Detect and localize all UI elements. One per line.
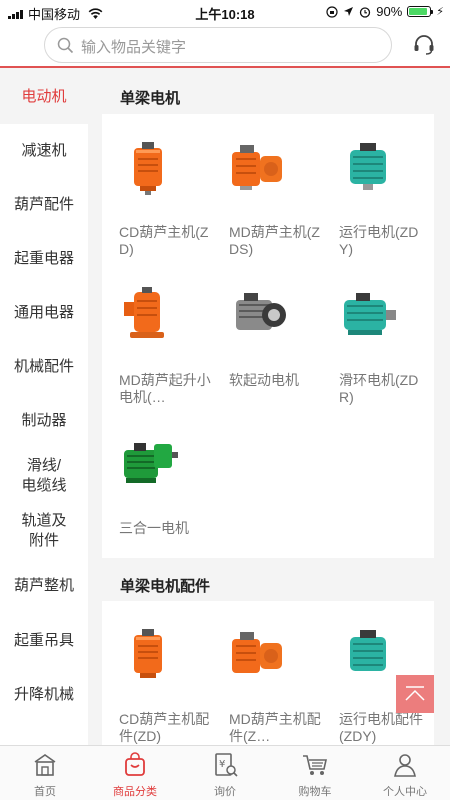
sidebar-item-label: 升降机械: [13, 686, 74, 703]
product-name: MD葫芦主机(ZDS): [229, 224, 320, 257]
orange-motor-icon: [134, 142, 162, 195]
product-item[interactable]: MD葫芦起升小电机(…: [102, 262, 212, 410]
orange-motor-icon: [134, 629, 162, 678]
user-icon: [394, 754, 416, 777]
svg-text:¥: ¥: [219, 759, 225, 770]
customer-service-icon[interactable]: [412, 33, 436, 57]
sidebar-item-label: 电动机: [21, 88, 67, 105]
sidebar-item-complete-hoist[interactable]: 葫芦整机: [0, 558, 88, 614]
product-name: CD葫芦主机(ZD): [119, 224, 209, 257]
sidebar-item-label: 轨道及 附件: [21, 512, 67, 549]
section-title: 单梁电机: [120, 90, 181, 107]
inquiry-icon: ¥: [215, 753, 238, 777]
product-item[interactable]: CD葫芦主机(ZD): [102, 114, 212, 262]
tab-profile[interactable]: 个人中心: [360, 746, 450, 800]
product-name: 三合一电机: [119, 520, 189, 536]
product-name: MD葫芦起升小电机(…: [119, 372, 211, 405]
sidebar-item-hoist-parts[interactable]: 葫芦配件: [0, 178, 88, 232]
product-item[interactable]: 滑环电机(ZDR): [322, 262, 432, 410]
product-name: 运行电机配件(ZDY): [339, 711, 423, 744]
product-item[interactable]: MD葫芦主机配件(Z…: [212, 601, 322, 745]
sidebar-item-label: 起重吊具: [13, 632, 74, 649]
sidebar-item-trolley-cable[interactable]: 滑线/ 电缆线: [0, 448, 88, 504]
sidebar-item-elevating-machinery[interactable]: 升降机械: [0, 668, 88, 722]
product-name: 运行电机(ZDY): [339, 224, 419, 257]
tab-label: 询价: [214, 786, 236, 798]
sidebar-item-brake[interactable]: 制动器: [0, 394, 88, 448]
product-item[interactable]: MD葫芦主机(ZDS): [212, 114, 322, 262]
status-right: 90% ⚡: [326, 4, 444, 19]
product-name: 软起动电机: [229, 372, 299, 388]
sidebar-item-electric-motor[interactable]: 电动机: [0, 70, 88, 124]
arrow-up-icon: [405, 686, 425, 701]
lock-rotation-icon: [326, 5, 338, 18]
tab-categories[interactable]: 商品分类: [90, 746, 180, 800]
teal-motor-long-icon: [344, 293, 396, 335]
teal-motor-icon: [350, 630, 386, 671]
sidebar-item-label: 减速机: [21, 142, 67, 159]
location-icon: [344, 7, 354, 16]
sidebar-item-reducer[interactable]: 减速机: [0, 124, 88, 178]
bag-icon: [125, 752, 145, 776]
back-to-top-button[interactable]: [396, 675, 434, 713]
product-card: CD葫芦主机配件(ZD) MD葫芦主机配件(Z… 运行电机配件(ZDY): [102, 601, 434, 745]
product-name: CD葫芦主机配件(ZD): [119, 711, 210, 744]
sidebar-item-crane-electrical[interactable]: 起重电器: [0, 232, 88, 286]
product-item[interactable]: 运行电机(ZDY): [322, 114, 432, 262]
product-item[interactable]: 运行电机配件(ZDY): [322, 601, 432, 745]
product-name: 滑环电机(ZDR): [339, 372, 419, 405]
product-content: 单梁电机 CD葫芦主机(ZD) MD葫芦主机(ZDS) 运行电机(ZDY) MD…: [88, 70, 450, 745]
sidebar-item-rail-accessories[interactable]: 轨道及 附件: [0, 504, 88, 558]
green-motor-icon: [124, 443, 178, 483]
sidebar-item-lifting-gear[interactable]: 起重吊具: [0, 614, 88, 668]
sidebar-item-label: 起重电器: [13, 250, 74, 267]
battery-icon: [407, 6, 434, 17]
tab-inquiry[interactable]: ¥ 询价: [180, 746, 270, 800]
product-name: MD葫芦主机配件(Z…: [229, 711, 321, 744]
search-header: 输入物品关键字: [0, 24, 450, 68]
sidebar-item-label: 葫芦整机: [13, 577, 74, 594]
tab-cart[interactable]: 购物车: [270, 746, 360, 800]
sidebar-item-label: 制动器: [21, 412, 67, 429]
product-item[interactable]: 三合一电机: [102, 410, 212, 558]
gray-motor-icon: [236, 293, 286, 330]
charging-icon: ⚡: [436, 6, 444, 18]
sidebar-item-label: 葫芦配件: [13, 196, 74, 213]
tab-home[interactable]: 首页: [0, 746, 90, 800]
battery-percent: 90%: [376, 4, 403, 19]
orange-motor-dual-icon: [232, 145, 282, 190]
product-card: CD葫芦主机(ZD) MD葫芦主机(ZDS) 运行电机(ZDY) MD葫芦起升小…: [102, 114, 434, 558]
sidebar-item-label: 机械配件: [13, 358, 74, 375]
cart-icon: [303, 755, 327, 775]
teal-motor-icon: [350, 143, 386, 190]
sidebar-item-label: 滑线/ 电缆线: [21, 457, 67, 494]
alarm-icon: [360, 6, 371, 18]
tab-label: 首页: [34, 786, 56, 798]
search-icon: [57, 37, 74, 54]
sidebar-item-label: 通用电器: [13, 304, 74, 321]
section-title: 单梁电机配件: [120, 578, 211, 595]
tab-label: 商品分类: [113, 786, 157, 798]
orange-motor-dual-icon: [232, 632, 282, 673]
orange-motor-flange-icon: [124, 287, 164, 338]
sidebar-item-partial: [0, 722, 88, 745]
tab-label: 个人中心: [383, 786, 427, 798]
home-icon: [34, 754, 56, 776]
tab-label: 购物车: [298, 786, 332, 798]
product-item[interactable]: CD葫芦主机配件(ZD): [102, 601, 212, 745]
bottom-tab-bar: 首页 商品分类 ¥ 询价 购物车 个人中心: [0, 745, 450, 800]
status-bar: 中国移动 上午10:18 90% ⚡: [0, 0, 450, 24]
product-item[interactable]: 软起动电机: [212, 262, 322, 410]
category-sidebar: 电动机 减速机 葫芦配件 起重电器 通用电器 机械配件 制动器 滑线/ 电缆线 …: [0, 70, 88, 745]
sidebar-item-mechanical-parts[interactable]: 机械配件: [0, 340, 88, 394]
search-placeholder: 输入物品关键字: [81, 39, 187, 56]
sidebar-item-general-electrical[interactable]: 通用电器: [0, 286, 88, 340]
search-input[interactable]: 输入物品关键字: [44, 27, 392, 63]
